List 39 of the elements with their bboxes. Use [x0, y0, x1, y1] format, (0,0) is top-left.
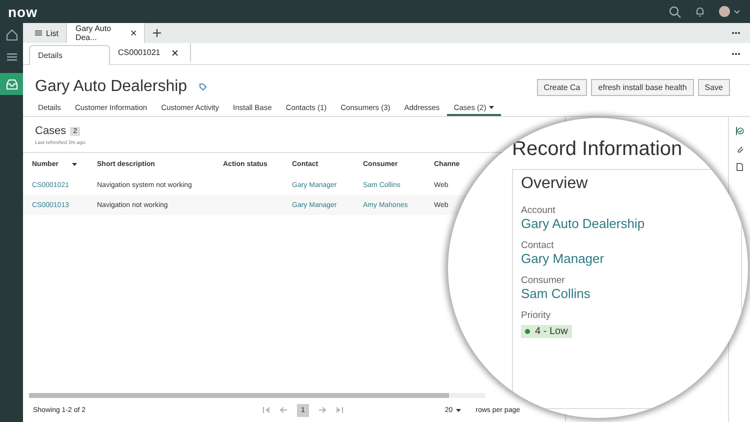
field-label: Account [521, 205, 556, 216]
plus-icon[interactable] [153, 29, 162, 37]
action-button[interactable]: Create Ca [536, 78, 588, 96]
field-link[interactable]: Gary Manager [521, 251, 733, 266]
field-link[interactable]: Gary Auto Dealership [521, 216, 733, 231]
chevron-down-icon[interactable] [734, 10, 740, 14]
logo[interactable]: now [8, 4, 38, 20]
horizontal-scrollbar[interactable] [29, 393, 485, 398]
inbox-button[interactable] [0, 73, 23, 95]
search-icon[interactable] [669, 6, 681, 18]
caret-down-icon [456, 408, 461, 412]
close-icon[interactable] [172, 50, 178, 56]
workspace-tab[interactable]: Gary Auto Dea... [67, 23, 146, 43]
record-tab[interactable]: Details [29, 45, 110, 65]
field-link[interactable]: Sam Collins [521, 286, 733, 301]
priority-badge: 4 - Low [521, 325, 572, 338]
panel-title: Record Information [512, 138, 682, 160]
record-tab[interactable]: CS0001021 [110, 43, 191, 62]
list-icon[interactable] [6, 51, 18, 63]
caret-down-icon [72, 162, 78, 166]
avatar[interactable] [719, 6, 730, 17]
caret-down-icon [489, 106, 494, 109]
close-icon[interactable] [131, 30, 136, 36]
check-circle-icon[interactable] [736, 127, 744, 135]
list-icon [35, 30, 42, 36]
section-title: Cases [35, 125, 66, 137]
action-button[interactable]: Save [698, 78, 730, 96]
field-label: Consumer [521, 275, 566, 286]
record-title: Gary Auto Dealership [35, 78, 188, 96]
document-icon[interactable] [736, 163, 743, 171]
bell-icon[interactable] [695, 6, 705, 17]
field-label: Priority [521, 310, 552, 321]
action-button[interactable]: efresh install base health [591, 78, 694, 96]
home-icon[interactable] [6, 29, 18, 41]
inbox-icon[interactable] [6, 78, 18, 90]
paperclip-icon[interactable] [736, 145, 744, 153]
tag-icon[interactable] [199, 83, 208, 91]
card-title: Overview [521, 175, 589, 193]
field-label: Contact [521, 240, 555, 251]
